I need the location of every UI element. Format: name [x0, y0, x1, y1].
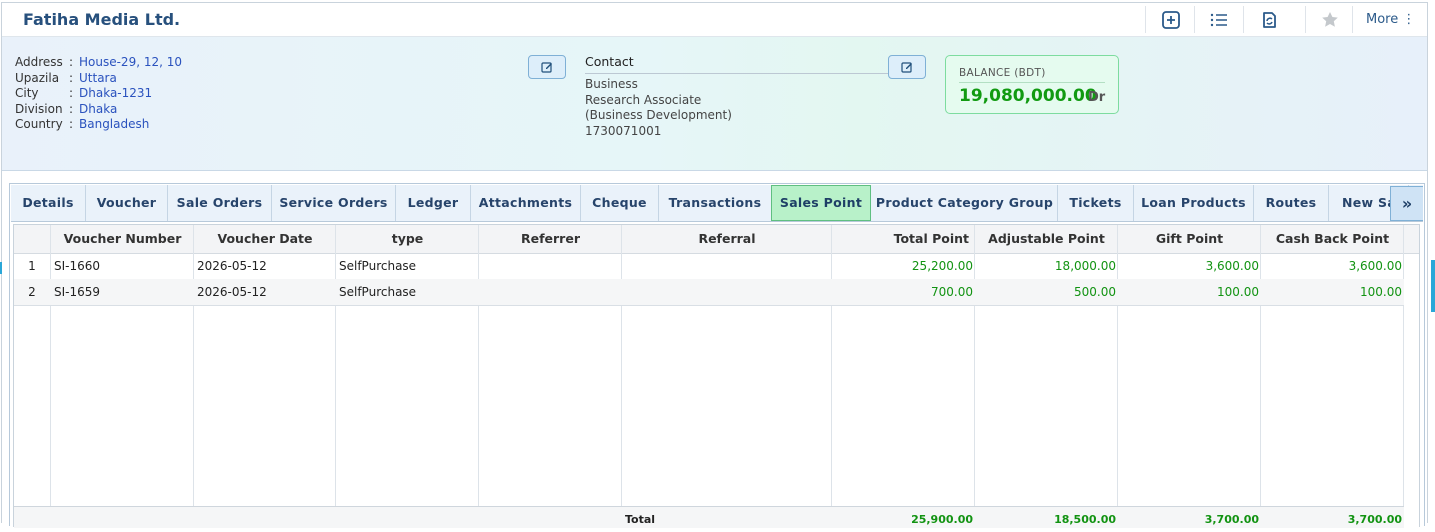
- contact-details: Business Research Associate (Business De…: [585, 77, 732, 139]
- cash-back-point-sum: 3,700.00: [1347, 513, 1402, 526]
- country-value: Bangladesh: [79, 117, 150, 131]
- address-row: Address: House-29, 12, 10: [15, 55, 182, 71]
- sales-point-grid: Voucher Number Voucher Date type Referre…: [13, 224, 1420, 528]
- country-row: Country: Bangladesh: [15, 117, 182, 133]
- toolbar-divider: [1305, 6, 1306, 33]
- upazila-row: Upazila: Uttara: [15, 71, 182, 87]
- separator: :: [69, 101, 74, 116]
- gift-point-cell: 3,600.00: [1205, 259, 1259, 273]
- adjustable-point-sum: 18,500.00: [1054, 513, 1116, 526]
- separator: :: [69, 86, 74, 100]
- total-point-cell: 700.00: [931, 285, 973, 299]
- city-row: City: Dhaka-1231: [15, 86, 182, 102]
- tab-sale-orders[interactable]: Sale Orders: [168, 185, 272, 221]
- adjustable-point-cell: 18,000.00: [1054, 259, 1116, 273]
- tab-ledger[interactable]: Ledger: [396, 185, 471, 221]
- tab-scroll-right-button[interactable]: »: [1390, 186, 1423, 221]
- cash-back-point-cell: 3,600.00: [1348, 259, 1402, 273]
- voucher-number-cell[interactable]: SI-1660: [54, 253, 100, 279]
- type-cell: SelfPurchase: [339, 285, 417, 299]
- address-value: House-29, 12, 10: [79, 55, 183, 69]
- add-square-icon: [1162, 10, 1180, 29]
- total-point-sum: 25,900.00: [911, 513, 973, 526]
- voucher-date-cell: 2026-05-12: [197, 259, 267, 273]
- more-menu-button[interactable]: More ⋮: [1366, 12, 1415, 27]
- division-row: Division: Dhaka: [15, 102, 182, 118]
- adjustable-point-cell: 500.00: [1074, 285, 1116, 299]
- upazila-value: Uttara: [79, 70, 117, 85]
- document-sync-icon: [1263, 11, 1276, 28]
- division-value: Dhaka: [79, 101, 118, 116]
- balance-divider: [959, 82, 1105, 83]
- separator: :: [69, 117, 74, 131]
- city-value: Dhaka-1231: [79, 86, 153, 100]
- balance-suffix: Dr: [1088, 90, 1106, 105]
- grid-footer-totals: Total 25,900.00 18,500.00 3,700.00 3,700…: [14, 506, 1404, 528]
- add-button[interactable]: [1154, 6, 1188, 33]
- tab-product-category-group[interactable]: Product Category Group: [872, 185, 1058, 221]
- separator: :: [69, 55, 74, 69]
- row-number: 1: [28, 259, 36, 273]
- tab-loan-products[interactable]: Loan Products: [1134, 185, 1254, 221]
- voucher-number-cell[interactable]: SI-1659: [54, 279, 100, 305]
- table-row[interactable]: 1 SI-1660 2026-05-12 SelfPurchase 25,200…: [14, 253, 1404, 280]
- tab-service-orders[interactable]: Service Orders: [272, 185, 396, 221]
- sync-document-button[interactable]: [1252, 6, 1286, 33]
- toolbar-divider: [1194, 6, 1195, 33]
- voucher-date-cell: 2026-05-12: [197, 285, 267, 299]
- favorite-button[interactable]: [1313, 6, 1347, 33]
- tab-cheque[interactable]: Cheque: [581, 185, 659, 221]
- edit-address-button[interactable]: [528, 55, 566, 79]
- balance-amount: 19,080,000.00: [959, 86, 1097, 106]
- row-number: 2: [28, 285, 36, 299]
- address-label: Address: [15, 55, 63, 69]
- contact-divider: [585, 73, 890, 74]
- tab-transactions[interactable]: Transactions: [659, 185, 772, 221]
- tab-panel: Details Voucher Sale Orders Service Orde…: [9, 183, 1425, 528]
- tab-routes[interactable]: Routes: [1254, 185, 1329, 221]
- toolbar-divider: [1243, 6, 1244, 33]
- total-point-cell: 25,200.00: [911, 259, 973, 273]
- scroll-indicator: [1431, 260, 1435, 312]
- division-label: Division: [15, 101, 63, 116]
- cash-back-point-cell: 100.00: [1360, 285, 1402, 299]
- separator: :: [69, 70, 74, 85]
- scroll-indicator: [0, 262, 2, 274]
- company-name: Fatiha Media Ltd.: [23, 10, 181, 29]
- address-block: Address: House-29, 12, 10 Upazila: Uttara …: [15, 55, 182, 133]
- tab-voucher[interactable]: Voucher: [86, 185, 168, 221]
- table-row[interactable]: 2 SI-1659 2026-05-12 SelfPurchase 700.00…: [14, 279, 1404, 306]
- tab-sales-point[interactable]: Sales Point: [771, 185, 871, 221]
- country-label: Country: [15, 117, 63, 131]
- tab-details[interactable]: Details: [11, 185, 86, 221]
- edit-icon: [541, 62, 552, 73]
- customer-window: Fatiha Media Ltd. More ⋮ Address: House-2…: [1, 2, 1428, 528]
- customer-info-panel: Address: House-29, 12, 10 Upazila: Uttara …: [2, 37, 1427, 171]
- edit-icon: [901, 62, 912, 73]
- balance-card: BALANCE (BDT) 19,080,000.00 Dr: [945, 55, 1119, 114]
- list-icon: [1210, 13, 1227, 26]
- contact-designation: Research Associate: [585, 92, 702, 107]
- tab-bar: Details Voucher Sale Orders Service Orde…: [11, 185, 1423, 222]
- title-bar: Fatiha Media Ltd. More ⋮: [2, 3, 1427, 37]
- upazila-label: Upazila: [15, 70, 60, 85]
- balance-label: BALANCE (BDT): [959, 67, 1046, 79]
- contact-department: (Business Development): [585, 108, 732, 122]
- contact-title: Contact: [585, 54, 634, 69]
- star-icon: [1322, 11, 1338, 27]
- contact-type: Business: [585, 77, 638, 91]
- list-button[interactable]: [1202, 6, 1236, 33]
- city-label: City: [15, 86, 39, 100]
- gift-point-sum: 3,700.00: [1204, 513, 1259, 526]
- edit-contact-button[interactable]: [888, 55, 926, 79]
- total-label: Total: [625, 513, 656, 526]
- toolbar-divider: [1145, 6, 1146, 33]
- toolbar-divider: [1352, 6, 1353, 33]
- contact-phone: 1730071001: [585, 123, 662, 138]
- type-cell: SelfPurchase: [339, 259, 417, 273]
- tab-tickets[interactable]: Tickets: [1058, 185, 1134, 221]
- gift-point-cell: 100.00: [1217, 285, 1259, 299]
- tab-attachments[interactable]: Attachments: [471, 185, 581, 221]
